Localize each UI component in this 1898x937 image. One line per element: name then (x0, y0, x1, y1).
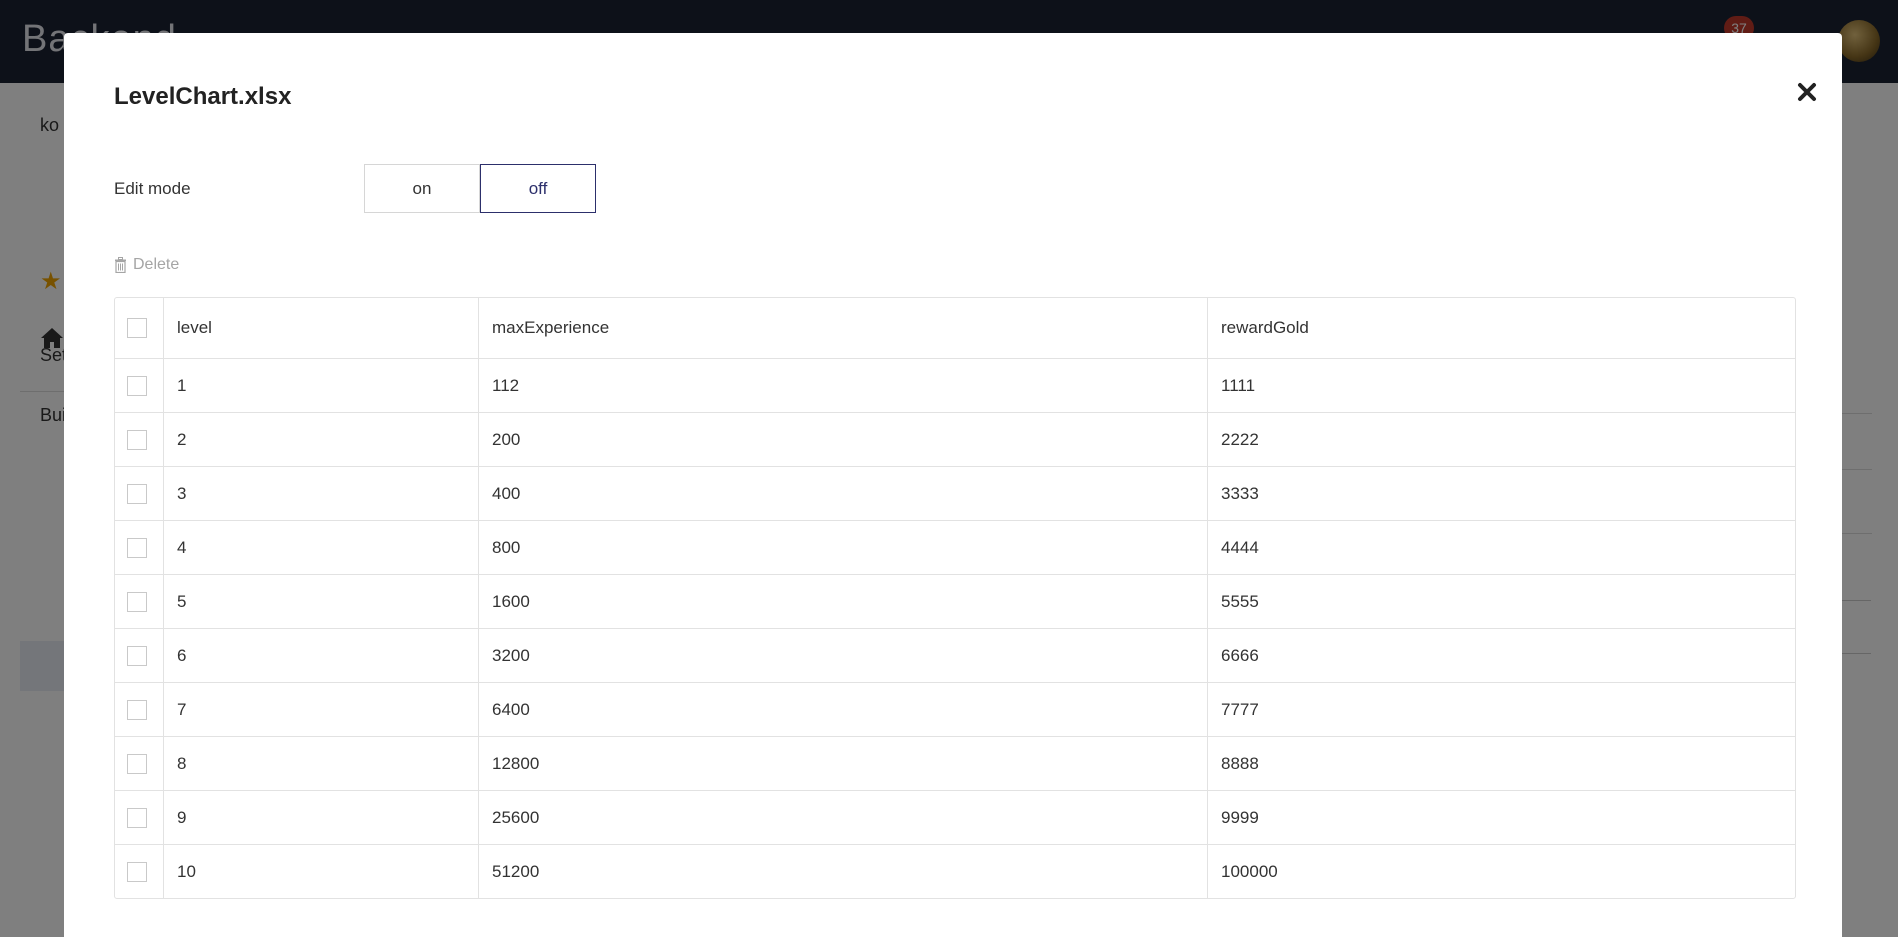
row-checkbox[interactable] (127, 861, 147, 882)
cell-rewardgold[interactable]: 100000 (1208, 845, 1796, 899)
cell-maxexperience[interactable]: 51200 (478, 844, 1208, 898)
row-select-cell (115, 520, 164, 575)
edit-mode-on-button[interactable]: on (364, 164, 480, 213)
table-header-row: level maxExperience rewardGold (115, 298, 1795, 359)
cell-maxexperience[interactable]: 3200 (478, 628, 1208, 683)
cell-rewardgold[interactable]: 3333 (1207, 466, 1795, 521)
cell-maxexperience[interactable]: 112 (478, 358, 1208, 413)
cell-level[interactable]: 6 (163, 628, 479, 683)
row-select-cell (115, 682, 164, 737)
row-checkbox[interactable] (127, 753, 147, 774)
table-row[interactable]: 2 200 2222 (115, 412, 1795, 467)
table-row[interactable]: 7 6400 7777 (115, 682, 1795, 737)
cell-level[interactable]: 4 (163, 520, 479, 575)
row-select-cell (115, 358, 164, 413)
table-row[interactable]: 8 12800 8888 (115, 736, 1795, 791)
delete-button[interactable]: Delete (114, 256, 179, 274)
edit-mode-off-button[interactable]: off (480, 164, 596, 213)
column-header-rewardgold[interactable]: rewardGold (1207, 298, 1795, 359)
table-row[interactable]: 1 112 1111 (115, 358, 1795, 413)
row-checkbox[interactable] (127, 375, 147, 396)
row-select-cell (115, 736, 164, 791)
cell-level[interactable]: 7 (163, 682, 479, 737)
cell-maxexperience[interactable]: 12800 (478, 736, 1208, 791)
cell-rewardgold[interactable]: 2222 (1207, 412, 1795, 467)
cell-rewardgold[interactable]: 8888 (1207, 736, 1795, 791)
row-checkbox[interactable] (127, 483, 147, 504)
edit-mode-label: Edit mode (114, 179, 191, 198)
cell-maxexperience[interactable]: 200 (478, 412, 1208, 467)
cell-maxexperience[interactable]: 800 (478, 520, 1208, 575)
cell-level[interactable]: 8 (163, 736, 479, 791)
column-header-level[interactable]: level (163, 298, 479, 359)
row-select-cell (115, 466, 164, 521)
row-select-cell (115, 628, 164, 683)
delete-label: Delete (133, 256, 180, 273)
table-row[interactable]: 10 51200 100000 (115, 844, 1796, 899)
select-all-checkbox[interactable] (127, 318, 147, 338)
cell-rewardgold[interactable]: 6666 (1207, 628, 1795, 683)
modal-title: LevelChart.xlsx (114, 83, 292, 110)
row-select-cell (115, 574, 164, 629)
row-checkbox[interactable] (127, 699, 147, 720)
row-checkbox[interactable] (127, 429, 147, 450)
row-checkbox[interactable] (127, 807, 147, 828)
cell-rewardgold[interactable]: 9999 (1207, 790, 1795, 845)
row-checkbox[interactable] (127, 591, 147, 612)
edit-mode-toggle: on off (364, 164, 596, 213)
cell-level[interactable]: 5 (163, 574, 479, 629)
cell-rewardgold[interactable]: 4444 (1207, 520, 1795, 575)
cell-maxexperience[interactable]: 25600 (478, 790, 1208, 845)
cell-maxexperience[interactable]: 1600 (478, 574, 1208, 629)
select-all-cell (115, 298, 164, 359)
cell-level[interactable]: 3 (163, 466, 479, 521)
row-checkbox[interactable] (127, 537, 147, 558)
table-row[interactable]: 9 25600 9999 (115, 790, 1795, 845)
close-icon[interactable] (1794, 79, 1820, 105)
column-header-maxexperience[interactable]: maxExperience (478, 298, 1208, 359)
table-row[interactable]: 3 400 3333 (115, 466, 1795, 521)
file-modal: LevelChart.xlsx Edit mode on off Delete … (64, 33, 1842, 937)
level-chart-table: level maxExperience rewardGold 1 112 111… (114, 297, 1796, 899)
cell-rewardgold[interactable]: 7777 (1207, 682, 1795, 737)
table-row[interactable]: 4 800 4444 (115, 520, 1795, 575)
cell-rewardgold[interactable]: 1111 (1207, 358, 1795, 413)
cell-rewardgold[interactable]: 5555 (1207, 574, 1795, 629)
table-row[interactable]: 6 3200 6666 (115, 628, 1795, 683)
row-select-cell (115, 844, 164, 898)
trash-icon (115, 257, 126, 273)
cell-level[interactable]: 1 (163, 358, 479, 413)
table-row[interactable]: 5 1600 5555 (115, 574, 1795, 629)
cell-maxexperience[interactable]: 6400 (478, 682, 1208, 737)
cell-level[interactable]: 2 (163, 412, 479, 467)
row-select-cell (115, 790, 164, 845)
cell-level[interactable]: 9 (163, 790, 479, 845)
row-select-cell (115, 412, 164, 467)
cell-maxexperience[interactable]: 400 (478, 466, 1208, 521)
cell-level[interactable]: 10 (163, 844, 479, 898)
row-checkbox[interactable] (127, 645, 147, 666)
